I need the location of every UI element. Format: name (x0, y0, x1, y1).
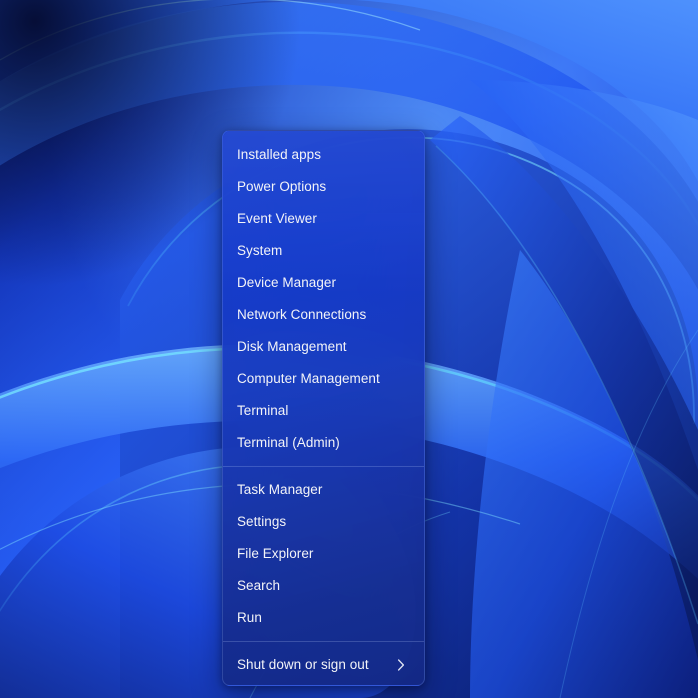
menu-item-shut-down-or-sign-out[interactable]: Shut down or sign out (223, 649, 424, 681)
menu-item-label: Disk Management (237, 339, 347, 355)
menu-item-label: Terminal (237, 403, 289, 419)
menu-group-shell: Task Manager Settings File Explorer Search R… (223, 474, 424, 634)
menu-item-label: Computer Management (237, 371, 380, 387)
menu-item-label: Run (237, 610, 262, 626)
menu-item-system[interactable]: System (223, 235, 424, 267)
menu-item-label: Search (237, 578, 281, 594)
menu-item-network-connections[interactable]: Network Connections (223, 299, 424, 331)
menu-item-installed-apps[interactable]: Installed apps (223, 139, 424, 171)
desktop-screen: Installed apps Power Options Event Viewer S… (0, 0, 698, 698)
power-user-menu[interactable]: Installed apps Power Options Event Viewer S… (222, 130, 425, 686)
menu-item-file-explorer[interactable]: File Explorer (223, 538, 424, 570)
chevron-right-icon (394, 658, 408, 672)
menu-item-terminal[interactable]: Terminal (223, 395, 424, 427)
menu-item-label: Installed apps (237, 147, 322, 163)
menu-separator (223, 641, 424, 642)
menu-item-run[interactable]: Run (223, 602, 424, 634)
menu-item-label: Power Options (237, 179, 327, 195)
menu-item-label: Network Connections (237, 307, 367, 323)
menu-item-label: File Explorer (237, 546, 314, 562)
menu-item-task-manager[interactable]: Task Manager (223, 474, 424, 506)
menu-item-label: Terminal (Admin) (237, 435, 340, 451)
menu-item-device-manager[interactable]: Device Manager (223, 267, 424, 299)
menu-item-computer-management[interactable]: Computer Management (223, 363, 424, 395)
menu-separator (223, 466, 424, 467)
menu-item-power-options[interactable]: Power Options (223, 171, 424, 203)
menu-item-label: Shut down or sign out (237, 657, 369, 673)
menu-group-tools: Installed apps Power Options Event Viewer S… (223, 139, 424, 459)
menu-item-terminal-admin[interactable]: Terminal (Admin) (223, 427, 424, 459)
menu-item-settings[interactable]: Settings (223, 506, 424, 538)
menu-item-search[interactable]: Search (223, 570, 424, 602)
menu-item-label: Event Viewer (237, 211, 317, 227)
menu-group-session: Shut down or sign out Desktop (223, 649, 424, 685)
menu-item-label: System (237, 243, 283, 259)
menu-item-label: Settings (237, 514, 287, 530)
menu-item-event-viewer[interactable]: Event Viewer (223, 203, 424, 235)
menu-item-disk-management[interactable]: Disk Management (223, 331, 424, 363)
menu-item-label: Device Manager (237, 275, 336, 291)
menu-item-label: Task Manager (237, 482, 323, 498)
menu-item-desktop[interactable]: Desktop (223, 681, 424, 685)
